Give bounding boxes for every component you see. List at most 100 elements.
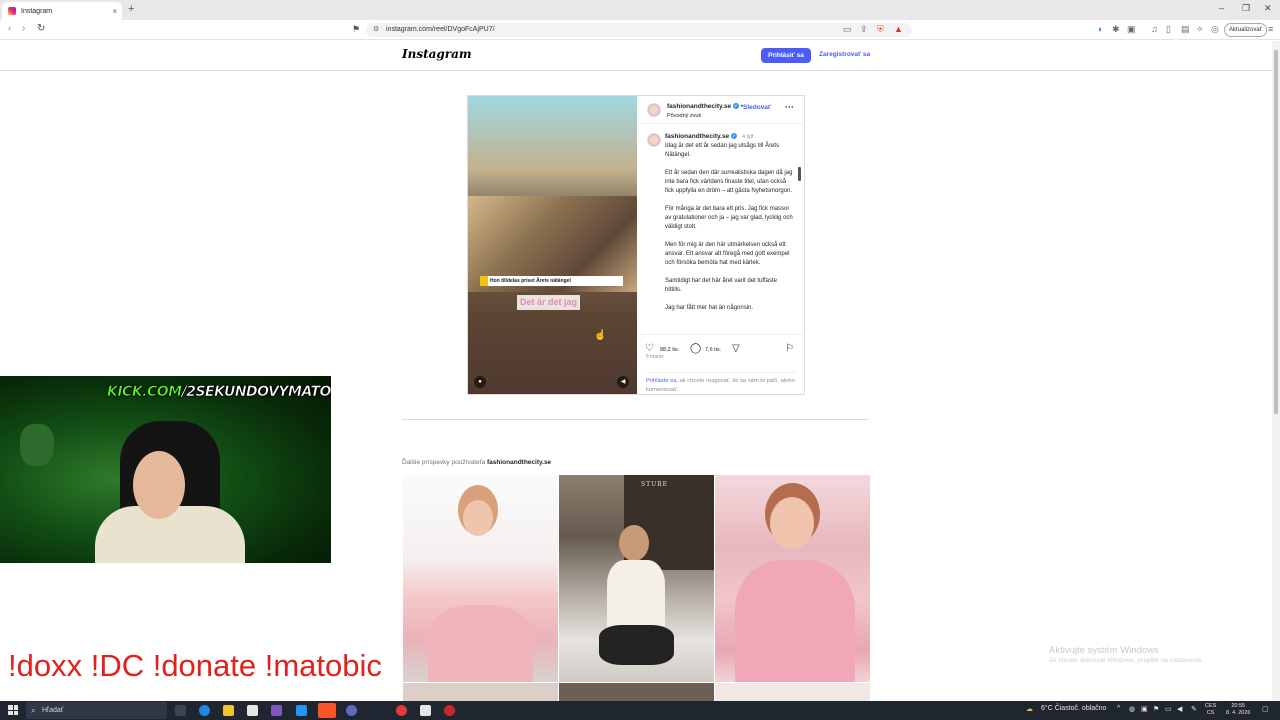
- app-icon-red[interactable]: [444, 705, 455, 716]
- update-button[interactable]: Aktualizovať: [1224, 23, 1267, 37]
- stream-commands-overlay: !doxx !DC !donate !matobic: [8, 648, 382, 683]
- login-hint-link[interactable]: Prihláste sa,: [646, 378, 678, 384]
- edge-icon[interactable]: [199, 705, 210, 716]
- site-info-icon[interactable]: ⚙: [373, 23, 379, 37]
- address-bar-row: ‹ › ↻ ⚑ ⚙ instagram.com/reel/DVgoFcAjPU7…: [0, 20, 1280, 40]
- streamer-face: [133, 451, 185, 519]
- back-icon[interactable]: ‹: [8, 23, 11, 34]
- streamer-webcam: KICK.COM/2SEKUNDOVYMATO: [0, 376, 331, 563]
- browser-tab-instagram[interactable]: Instagram ×: [2, 2, 122, 20]
- steam-icon[interactable]: [370, 705, 381, 716]
- brave-rewards-icon[interactable]: ▲: [894, 24, 903, 34]
- caption-paragraph: Samtidigt har det här året varit det tuf…: [665, 278, 777, 293]
- browser-tab-bar: Instagram × + – ❐ ✕: [0, 0, 1280, 20]
- user-tag-icon[interactable]: ●: [474, 376, 486, 388]
- post-thumbnail[interactable]: [403, 475, 558, 682]
- close-tab-icon[interactable]: ×: [112, 7, 117, 16]
- leo-icon[interactable]: ✧: [1196, 24, 1204, 35]
- brave-taskbar-icon[interactable]: [318, 703, 336, 718]
- more-options-icon[interactable]: ···: [785, 102, 794, 112]
- caption-username[interactable]: fashionandthecity.se ✓: [665, 133, 737, 140]
- url-field[interactable]: ⚙ instagram.com/reel/DVgoFcAjPU7/: [366, 23, 912, 37]
- volume-icon[interactable]: ◀: [1177, 705, 1182, 713]
- person-face: [463, 500, 493, 536]
- new-tab-icon[interactable]: +: [128, 3, 134, 15]
- brave-shield-icon[interactable]: ⛨: [877, 24, 884, 35]
- windows-activation-subtitle: Ak chcete aktivovať Windows, prejdite na…: [1049, 657, 1203, 664]
- page-scrollbar-thumb[interactable]: [1274, 50, 1278, 414]
- tray-app-icon[interactable]: ◍: [1129, 705, 1135, 713]
- music-icon[interactable]: ♫: [1151, 24, 1158, 34]
- more-posts-title: Ďalšie príspevky používateľa fashionandt…: [402, 459, 552, 466]
- post-sidebar: fashionandthecity.se ✓ • Sledovať Pôvodn…: [638, 96, 805, 394]
- post-thumbnail[interactable]: [715, 475, 870, 682]
- tray-overflow-icon[interactable]: ^: [1117, 705, 1120, 712]
- caption-avatar[interactable]: [647, 133, 661, 147]
- language-indicator[interactable]: CES CS: [1205, 703, 1216, 717]
- follow-button[interactable]: Sledovať: [743, 104, 771, 111]
- share-icon[interactable]: ⇪: [860, 24, 868, 35]
- minimize-icon[interactable]: –: [1219, 3, 1224, 13]
- pink-dress: [428, 605, 533, 682]
- mute-icon[interactable]: ◀: [617, 376, 629, 388]
- original-audio-link[interactable]: Pôvodný zvuk: [667, 113, 701, 119]
- vpn-icon[interactable]: ◎: [1211, 24, 1219, 35]
- wallet-icon[interactable]: ▣: [1127, 24, 1136, 35]
- forward-icon[interactable]: ›: [22, 23, 25, 34]
- taskbar-search[interactable]: ⌕ Hľadať: [26, 702, 167, 719]
- windows-start-icon[interactable]: [8, 705, 18, 715]
- sidebar-icon[interactable]: ▯: [1166, 24, 1171, 35]
- verified-badge-icon: ✓: [732, 103, 739, 110]
- close-window-icon[interactable]: ✕: [1264, 3, 1272, 14]
- signup-link[interactable]: Zaregistrovať sa: [819, 51, 870, 58]
- kick-channel-banner: KICK.COM/2SEKUNDOVYMATO: [107, 384, 331, 401]
- app-icon[interactable]: [346, 705, 357, 716]
- menu-icon[interactable]: ≡: [1268, 24, 1273, 34]
- pen-icon[interactable]: ✎: [1191, 705, 1197, 713]
- post-thumbnail[interactable]: STURE: [559, 475, 714, 682]
- instagram-logo[interactable]: Instagram: [402, 47, 472, 61]
- caption-scroll-area[interactable]: fashionandthecity.se ✓ 4 týž. Idag är de…: [638, 129, 805, 329]
- url-text: instagram.com/reel/DVgoFcAjPU7/: [386, 26, 495, 33]
- share-icon[interactable]: ▽: [732, 343, 740, 354]
- taskbar-clock[interactable]: 20:55 8. 4. 2026: [1226, 703, 1250, 717]
- mail-icon[interactable]: [296, 705, 307, 716]
- like-count: 88,2 tis.: [660, 347, 680, 353]
- weather-text[interactable]: 6°C Čiastoč. oblačno: [1041, 705, 1106, 712]
- section-divider: [402, 419, 869, 420]
- weather-icon[interactable]: ☁: [1026, 705, 1033, 713]
- bookmark-icon[interactable]: ⚑: [352, 24, 360, 35]
- caption-text: Idag är det ett år sedan jag utsågs till…: [665, 142, 793, 322]
- post-username[interactable]: fashionandthecity.se ✓ •: [667, 103, 743, 110]
- caption-paragraph: För många är det bara ett pris. Jag fick…: [665, 206, 793, 230]
- like-icon[interactable]: ♡: [645, 343, 654, 354]
- reload-icon[interactable]: ↻: [37, 23, 45, 34]
- task-view-icon[interactable]: [175, 705, 186, 716]
- comment-icon[interactable]: ◯: [690, 343, 701, 354]
- post-thumbnail[interactable]: [559, 683, 714, 701]
- notifications-icon[interactable]: ▢: [1262, 705, 1269, 713]
- more-posts-username[interactable]: fashionandthecity.se: [487, 459, 551, 466]
- save-icon[interactable]: ⚐: [785, 343, 794, 354]
- store-sign: STURE: [641, 481, 669, 488]
- login-button[interactable]: Prihlásiť sa: [761, 48, 811, 63]
- post-thumbnail[interactable]: [403, 683, 558, 701]
- network-icon[interactable]: ▭: [1165, 705, 1172, 713]
- audio-icon[interactable]: ◖: [1097, 24, 1102, 34]
- tabs-icon[interactable]: ▤: [1181, 24, 1190, 35]
- cast-icon[interactable]: ▭: [843, 24, 852, 35]
- file-explorer-icon[interactable]: [223, 705, 234, 716]
- obs-icon[interactable]: [420, 705, 431, 716]
- tray-app-icon[interactable]: ▣: [1141, 705, 1148, 713]
- person-face: [619, 525, 649, 561]
- post-thumbnail[interactable]: [715, 683, 870, 701]
- reel-video[interactable]: Hon tilldelas priset Årets nätängel Det …: [468, 96, 637, 394]
- opera-icon[interactable]: [396, 705, 407, 716]
- copilot-icon[interactable]: [271, 705, 282, 716]
- extensions-icon[interactable]: ✱: [1112, 24, 1120, 35]
- caption-scrollbar[interactable]: [798, 167, 801, 181]
- tray-app-icon[interactable]: ⚑: [1153, 705, 1159, 713]
- maximize-icon[interactable]: ❐: [1242, 3, 1250, 14]
- avatar[interactable]: [647, 103, 661, 117]
- store-icon[interactable]: [247, 705, 258, 716]
